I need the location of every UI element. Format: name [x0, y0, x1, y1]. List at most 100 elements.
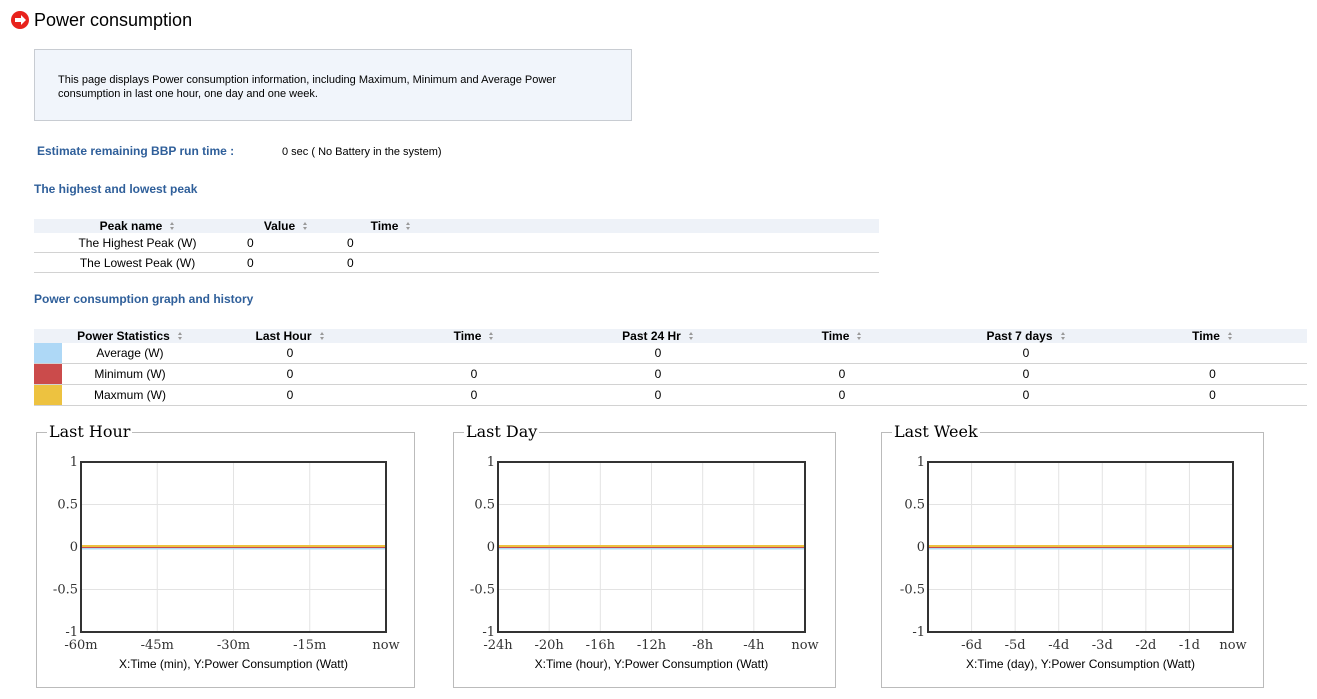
chart-last-day: 10.50-0.5-1-24h -20h -16h -12h -8h -4h nowX:Ti… [470, 455, 819, 671]
y-tick-label: 0 [70, 540, 78, 555]
sort-icon[interactable] [489, 332, 494, 341]
sort-icon[interactable] [1227, 332, 1233, 341]
sort-icon[interactable] [857, 332, 862, 341]
series-color-swatch [34, 363, 62, 385]
x-tick-label: -12h [637, 638, 667, 653]
table-row: Average (W) 0 0 0 [34, 343, 1307, 364]
history-lh-time: 0 [382, 363, 566, 385]
page-header: Power consumption [11, 8, 192, 32]
axis-caption: X:Time (hour), Y:Power Consumption (Watt… [535, 657, 769, 671]
sort-icon[interactable] [170, 222, 175, 231]
col-power-statistics[interactable]: Power Statistics [62, 329, 198, 343]
y-tick-label: 0.5 [474, 498, 495, 513]
sort-icon[interactable] [303, 222, 308, 231]
y-tick-label: 1 [70, 455, 78, 470]
col-time[interactable]: Time [331, 219, 451, 233]
history-last-hour: 0 [198, 363, 382, 385]
x-tick-label: -20h [535, 638, 565, 653]
peak-value: 0 [241, 252, 331, 273]
x-tick-label: -4d [1048, 638, 1069, 653]
x-tick-label: -15m [293, 638, 326, 653]
x-tick-label: -60m [64, 638, 97, 653]
description-box: This page displays Power consumption inf… [34, 49, 632, 121]
x-tick-label: -45m [141, 638, 174, 653]
history-past-7: 0 [934, 343, 1118, 364]
col-past-24[interactable]: Past 24 Hr [566, 329, 750, 343]
bbp-label: Estimate remaining BBP run time : [37, 144, 235, 158]
table-row: The Lowest Peak (W) 0 0 [34, 252, 879, 273]
history-past-24: 0 [566, 343, 750, 364]
history-section-title: Power consumption graph and history [34, 292, 254, 306]
peak-table-header: Peak name Value Time [34, 219, 879, 233]
x-tick-label: -5d [1005, 638, 1026, 653]
x-tick-label: -16h [586, 638, 616, 653]
axis-caption: X:Time (day), Y:Power Consumption (Watt) [966, 657, 1195, 671]
history-last-hour: 0 [198, 384, 382, 406]
description-text: This page displays Power consumption inf… [58, 74, 557, 100]
history-table: Power Statistics Last Hour Time Past 24 … [34, 329, 1307, 406]
peak-time: 0 [331, 233, 451, 253]
col-time-day[interactable]: Time [750, 329, 934, 343]
history-table-header: Power Statistics Last Hour Time Past 24 … [34, 329, 1307, 343]
history-past-7: 0 [934, 363, 1118, 385]
x-tick-label: -4h [743, 638, 765, 653]
sort-icon[interactable] [319, 332, 325, 341]
table-row: Minimum (W) 0 0 0 0 0 0 [34, 363, 1307, 385]
col-value[interactable]: Value [241, 219, 331, 233]
arrow-right-circle-icon [11, 11, 29, 29]
table-row: Maxmum (W) 0 0 0 0 0 0 [34, 384, 1307, 406]
x-tick-label: now [372, 638, 399, 653]
y-tick-label: -0.5 [470, 583, 495, 598]
history-p24-time: 0 [750, 384, 934, 406]
history-p7-time: 0 [1118, 363, 1307, 385]
history-name: Minimum (W) [62, 363, 198, 385]
history-p24-time: 0 [750, 363, 934, 385]
peak-value: 0 [241, 233, 331, 253]
col-time-week[interactable]: Time [1118, 329, 1307, 343]
peak-time: 0 [331, 252, 451, 273]
history-past-24: 0 [566, 363, 750, 385]
chart-panel-last-hour: Last Hour 1 0.5 0 -0.5 -1 -60m -45m -30m -15m now… [36, 422, 415, 688]
peak-name: The Lowest Peak (W) [34, 252, 241, 273]
x-tick-label: -1d [1179, 638, 1200, 653]
y-tick-label: 1 [487, 455, 495, 470]
axis-caption: X:Time (min), Y:Power Consumption (Watt) [119, 657, 348, 671]
history-lh-time [382, 343, 566, 364]
history-last-hour: 0 [198, 343, 382, 364]
peak-table: Peak name Value Time The Highest Peak (W… [34, 219, 879, 273]
sort-icon[interactable] [177, 332, 183, 341]
y-tick-label: 0 [487, 540, 495, 555]
x-tick-label: now [791, 638, 818, 653]
series-color-swatch [34, 343, 62, 364]
peak-name: The Highest Peak (W) [34, 233, 241, 253]
history-p7-time: 0 [1118, 384, 1307, 406]
y-tick-label: -1 [912, 625, 925, 640]
history-p7-time [1118, 343, 1307, 364]
series-color-swatch [34, 384, 62, 406]
x-tick-label: -3d [1092, 638, 1113, 653]
sort-icon[interactable] [406, 222, 411, 231]
history-past-24: 0 [566, 384, 750, 406]
x-tick-label: -2d [1135, 638, 1156, 653]
x-tick-label: -24h [483, 638, 513, 653]
col-peak-name[interactable]: Peak name [34, 219, 241, 233]
chart-last-week: 1 0.5 0 -0.5 -1 -6d -5d -4d -3d -2d -1d now X:Time (… [900, 455, 1247, 671]
y-tick-label: 0.5 [904, 498, 925, 513]
x-tick-label: -6d [961, 638, 982, 653]
col-time-hour[interactable]: Time [382, 329, 566, 343]
y-tick-label: 1 [917, 455, 925, 470]
col-past-7[interactable]: Past 7 days [934, 329, 1118, 343]
x-tick-label: -8h [692, 638, 714, 653]
y-tick-label: -0.5 [53, 583, 78, 598]
chart-last-hour: 10.50-0.5-1-60m -45m -30m -15m nowX:Time (mi… [53, 455, 400, 671]
sort-icon[interactable] [688, 332, 694, 341]
y-tick-label: 0.5 [57, 498, 78, 513]
peak-section-title: The highest and lowest peak [34, 182, 198, 196]
chart-panel-last-week: Last Week 1 0.5 0 -0.5 -1 -6d -5d -4d -3d -2d -1d n… [881, 422, 1264, 688]
col-last-hour[interactable]: Last Hour [198, 329, 382, 343]
history-p24-time [750, 343, 934, 364]
history-past-7: 0 [934, 384, 1118, 406]
history-name: Average (W) [62, 343, 198, 364]
sort-icon[interactable] [1060, 332, 1066, 341]
x-tick-label: now [1219, 638, 1246, 653]
